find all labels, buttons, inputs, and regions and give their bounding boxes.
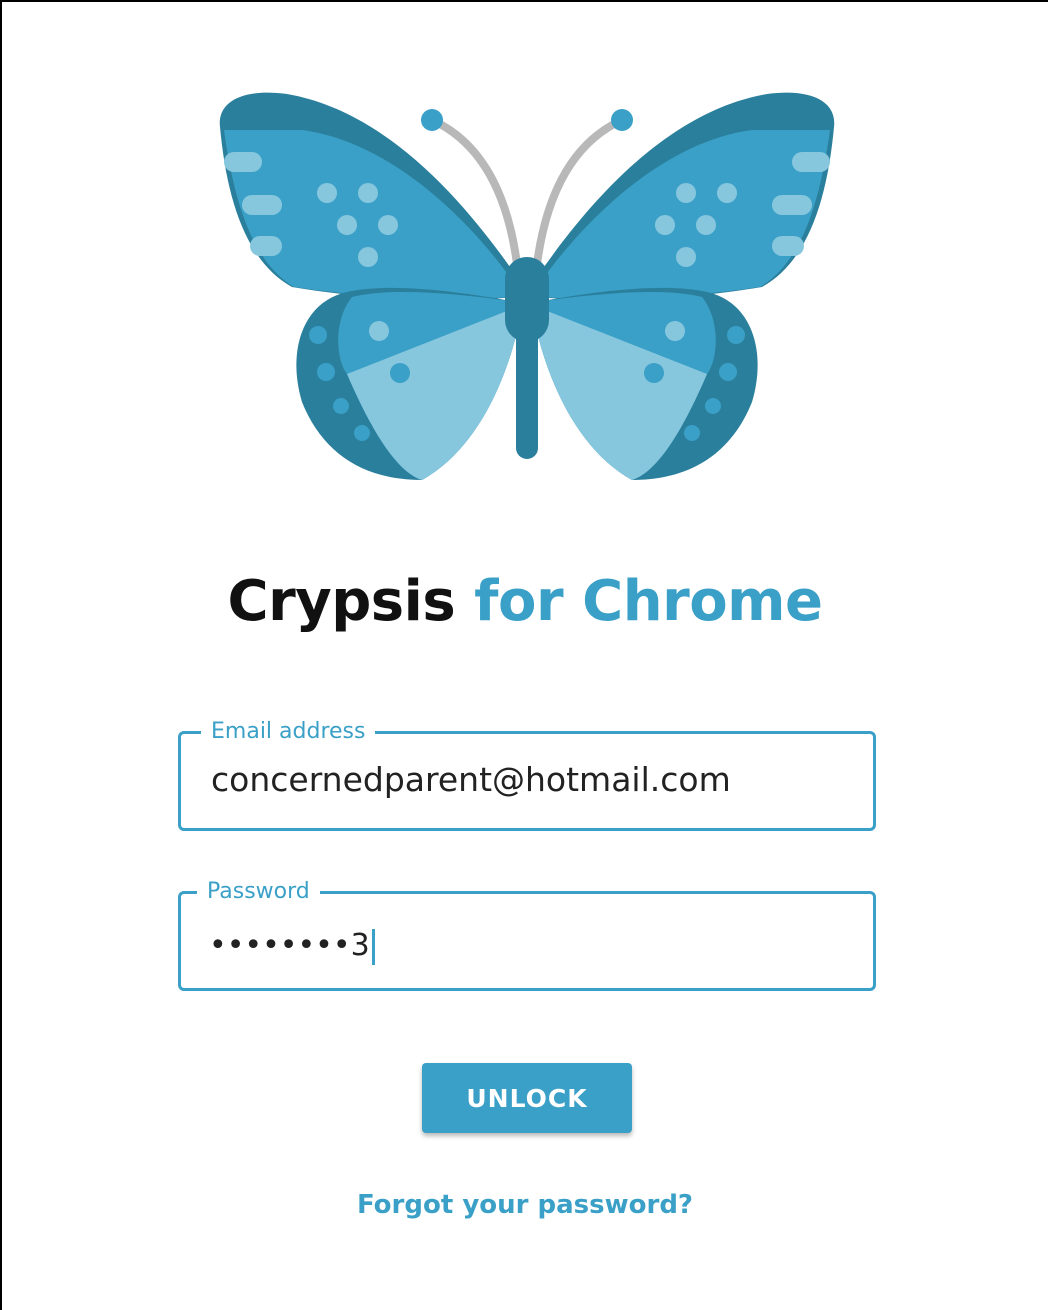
login-panel: Crypsis for Chrome Email address concern…: [2, 2, 1048, 1310]
butterfly-logo-icon: [219, 92, 835, 480]
email-field-label: Email address: [201, 718, 376, 746]
text-caret: [371, 928, 375, 965]
unlock-button[interactable]: UNLOCK: [422, 1063, 632, 1133]
title-brand: Crypsis: [227, 569, 456, 634]
password-input[interactable]: ••••••••3: [209, 924, 375, 968]
password-masked-value: ••••••••3: [209, 928, 370, 963]
forgot-password-link[interactable]: Forgot your password?: [2, 1188, 1048, 1222]
password-field-label: Password: [197, 878, 320, 906]
email-field[interactable]: Email address concernedparent@hotmail.co…: [178, 718, 876, 831]
title-suffix: for Chrome: [474, 569, 823, 634]
page-title: Crypsis for Chrome: [2, 562, 1048, 642]
email-input[interactable]: concernedparent@hotmail.com: [211, 758, 731, 802]
password-field[interactable]: Password ••••••••3: [178, 878, 876, 991]
